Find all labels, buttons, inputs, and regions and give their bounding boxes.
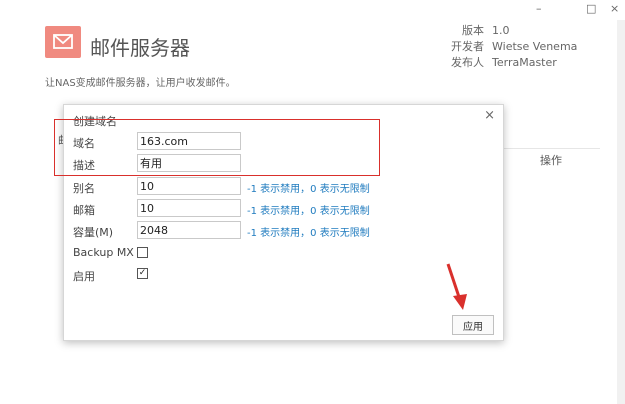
column-header-operation: 操作: [540, 154, 562, 167]
meta-developer: 开发者 Wietse Venema: [451, 40, 578, 53]
backup-mx-checkbox[interactable]: [137, 247, 148, 258]
app-description: 让NAS变成邮件服务器，让用户收发邮件。: [45, 78, 236, 89]
mailbox-input[interactable]: [137, 199, 241, 217]
mailbox-hint: -1 表示禁用，0 表示无限制: [247, 206, 370, 217]
meta-publisher: 发布人 TerraMaster: [451, 56, 557, 69]
minimize-icon[interactable]: –: [536, 2, 542, 15]
envelope-icon: [45, 26, 81, 58]
alias-hint: -1 表示禁用，0 表示无限制: [247, 184, 370, 195]
enabled-checkbox[interactable]: ✓: [137, 268, 148, 279]
capacity-hint: -1 表示禁用，0 表示无限制: [247, 228, 370, 239]
scrollbar[interactable]: [617, 20, 625, 404]
capacity-label: 容量(M): [73, 226, 114, 239]
meta-version: 版本 1.0: [462, 24, 510, 37]
annotation-arrow-icon: [446, 263, 467, 310]
mailbox-label: 邮箱: [73, 204, 95, 217]
enabled-label: 启用: [73, 270, 95, 283]
close-icon[interactable]: ×: [484, 108, 495, 123]
backup-mx-label: Backup MX: [73, 246, 134, 259]
apply-button[interactable]: 应用: [452, 315, 494, 335]
capacity-input[interactable]: [137, 221, 241, 239]
annotation-highlight-box: [54, 119, 380, 176]
close-window-icon[interactable]: ×: [610, 2, 619, 15]
maximize-icon[interactable]: □: [586, 2, 596, 15]
app-title: 邮件服务器: [90, 36, 190, 60]
alias-label: 别名: [73, 182, 95, 195]
alias-input[interactable]: [137, 177, 241, 195]
